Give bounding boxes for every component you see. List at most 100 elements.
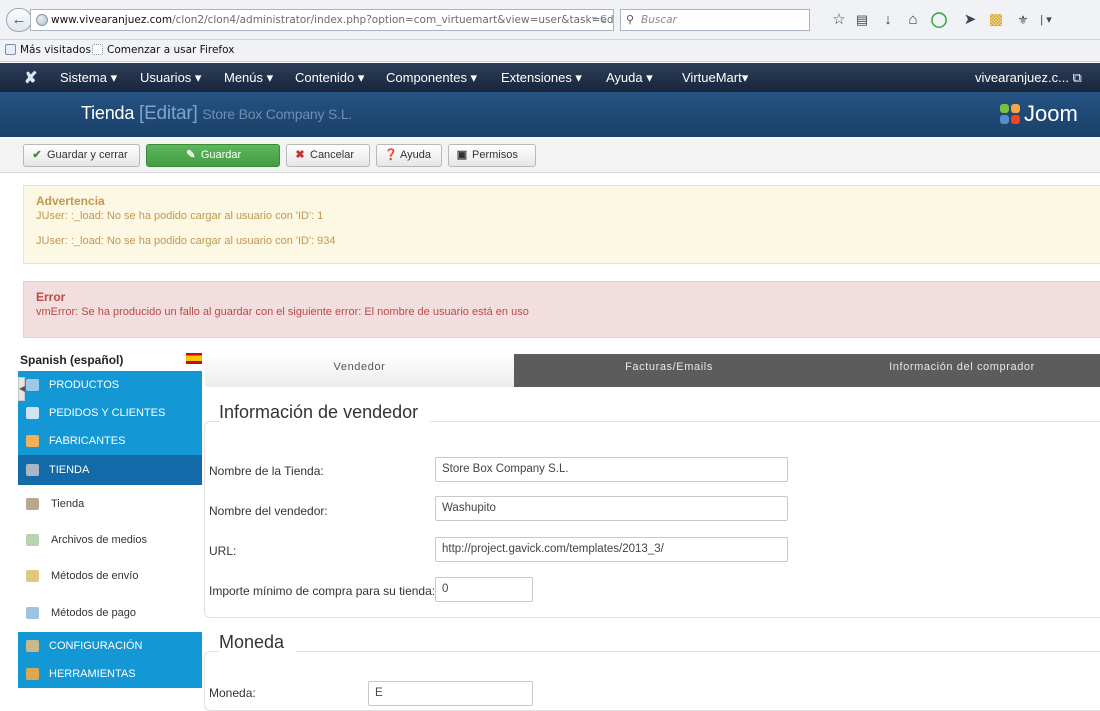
min-purchase-label: Importe mínimo de compra para su tienda: xyxy=(209,584,436,598)
send-icon[interactable]: ➤ xyxy=(960,11,980,29)
nav-user-menu[interactable]: vivearanjuez.c... ⧉ xyxy=(975,70,1082,86)
joomla-brand: Joom xyxy=(1000,101,1078,127)
bookmark-getting-started[interactable]: Comenzar a usar Firefox xyxy=(92,44,234,56)
tab-vendedor[interactable]: Vendedor xyxy=(205,354,514,387)
help-icon: ❓ xyxy=(384,149,398,161)
menu-dropdown-icon[interactable]: | ▾ xyxy=(1036,11,1056,29)
currency-legend: Moneda xyxy=(219,632,297,653)
tab-bar: Vendedor Facturas/Emails Información del… xyxy=(205,354,1100,387)
language-indicator: Spanish (español) xyxy=(20,353,202,369)
back-button[interactable]: ← xyxy=(6,8,32,32)
addon-yellow-icon[interactable]: ▩ xyxy=(986,11,1006,29)
sidebar-subitem-shipping[interactable]: Métodos de envío xyxy=(18,558,202,594)
language-label: Spanish (español) xyxy=(20,353,124,367)
search-placeholder: Buscar xyxy=(641,14,677,26)
permissions-button[interactable]: ▣ Permisos xyxy=(448,144,536,167)
addon-green-icon[interactable]: ◯ xyxy=(929,11,949,29)
search-icon: ⚲ xyxy=(626,13,635,26)
store-name-label: Nombre de la Tienda: xyxy=(209,464,324,478)
store-icon xyxy=(26,464,39,476)
tab-comprador[interactable]: Información del comprador xyxy=(824,354,1100,387)
nav-menus[interactable]: Menús ▾ xyxy=(224,70,273,86)
sidebar-item-herramientas[interactable]: HERRAMIENTAS xyxy=(18,660,202,688)
sidebar-item-pedidos[interactable]: PEDIDOS Y CLIENTES xyxy=(18,399,202,427)
page-icon xyxy=(92,44,103,55)
wrench-icon xyxy=(26,435,39,447)
page-title-store: Store Box Company S.L. xyxy=(202,106,353,122)
currency-fieldset xyxy=(204,651,1100,711)
error-line: vmError: Se ha producido un fallo al gua… xyxy=(36,306,529,318)
currency-select[interactable]: E xyxy=(368,681,533,706)
error-heading: Error xyxy=(36,290,66,304)
vendor-name-label: Nombre del vendedor: xyxy=(209,504,328,518)
page-header: Tienda [Editar] Store Box Company S.L. J… xyxy=(0,92,1100,137)
vendor-form: Información de vendedor Nombre de la Tie… xyxy=(204,387,1100,711)
browser-toolbar: ← www.vivearanjuez.com/clon2/clon4/admin… xyxy=(0,0,1100,40)
search-input[interactable]: ⚲ Buscar xyxy=(620,9,810,31)
vendor-name-field[interactable]: Washupito xyxy=(435,496,788,521)
store-name-field[interactable]: Store Box Company S.L. xyxy=(435,457,788,482)
cancel-button[interactable]: ✖ Cancelar xyxy=(286,144,370,167)
admin-nav: ✘ Sistema ▾ Usuarios ▾ Menús ▾ Contenido… xyxy=(0,63,1100,92)
addon-tag-icon[interactable]: ⚜ xyxy=(1013,11,1033,29)
media-icon xyxy=(26,534,39,546)
currency-label: Moneda: xyxy=(209,686,256,700)
nav-contenido[interactable]: Contenido ▾ xyxy=(295,70,364,86)
vendor-legend: Información de vendedor xyxy=(219,402,431,423)
config-icon xyxy=(26,640,39,652)
save-close-button[interactable]: ✔ Guardar y cerrar xyxy=(23,144,140,167)
help-button[interactable]: ❓ Ayuda xyxy=(376,144,442,167)
check-icon: ✔ xyxy=(32,149,42,161)
nav-sistema[interactable]: Sistema ▾ xyxy=(60,70,117,86)
sidebar-item-tienda[interactable]: TIENDA xyxy=(18,455,202,485)
brand-text: Joom xyxy=(1024,101,1078,126)
reading-list-icon[interactable]: ▤ xyxy=(852,11,872,29)
home-icon[interactable]: ⌂ xyxy=(903,11,923,29)
url-bar[interactable]: www.vivearanjuez.com/clon2/clon4/adminis… xyxy=(30,9,614,31)
joomla-brand-icon xyxy=(1000,104,1020,124)
nav-usuarios[interactable]: Usuarios ▾ xyxy=(140,70,201,86)
sidebar-collapse-handle[interactable]: ◀ xyxy=(18,377,25,401)
warning-message: Advertencia JUser: :_load: No se ha podi… xyxy=(23,185,1100,264)
sidebar-item-productos[interactable]: PRODUCTOS xyxy=(18,371,202,399)
page-title-action: Editar xyxy=(144,103,193,124)
cancel-icon: ✖ xyxy=(295,149,305,161)
bookmark-most-visited[interactable]: Más visitados xyxy=(5,44,91,56)
min-purchase-field[interactable]: 0 xyxy=(435,577,533,602)
nav-ayuda[interactable]: Ayuda ▾ xyxy=(606,70,653,86)
download-icon[interactable]: ↓ xyxy=(878,11,898,29)
globe-icon xyxy=(36,14,48,26)
url-path: /clon2/clon4/administrator/index.php?opt… xyxy=(172,14,614,26)
tab-facturas[interactable]: Facturas/Emails xyxy=(514,354,824,387)
orders-icon xyxy=(26,407,39,419)
lock-icon: ▣ xyxy=(456,149,468,161)
nav-virtuemart[interactable]: VirtueMart▾ xyxy=(682,70,748,86)
sidebar-subitem-tienda[interactable]: Tienda xyxy=(18,486,202,522)
sidebar-item-configuracion[interactable]: CONFIGURACIÓN xyxy=(18,632,202,660)
bookmark-star-icon[interactable]: ☆ xyxy=(829,11,849,29)
url-field[interactable]: http://project.gavick.com/templates/2013… xyxy=(435,537,788,562)
payment-icon xyxy=(26,607,39,619)
action-toolbar: ✔ Guardar y cerrar ✎ Guardar ✖ Cancelar ❓ Ay… xyxy=(0,137,1100,173)
url-label: URL: xyxy=(209,544,237,558)
url-dropdown-reload-icons[interactable]: ▿ C xyxy=(592,10,607,30)
nav-extensiones[interactable]: Extensiones ▾ xyxy=(501,70,582,86)
tools-icon xyxy=(26,668,39,680)
edit-icon: ✎ xyxy=(186,149,196,161)
page-title-bracket-close: ] xyxy=(192,103,198,124)
sidebar-subitem-payment[interactable]: Métodos de pago xyxy=(18,595,202,631)
page-title: Tienda [Editar] Store Box Company S.L. xyxy=(81,103,352,125)
nav-componentes[interactable]: Componentes ▾ xyxy=(386,70,477,86)
sidebar-subitem-media[interactable]: Archivos de medios xyxy=(18,522,202,558)
warning-line: JUser: :_load: No se ha podido cargar al… xyxy=(36,210,324,222)
warning-line: JUser: :_load: No se ha podido cargar al… xyxy=(36,235,336,247)
bookmarks-bar: Más visitados Comenzar a usar Firefox xyxy=(0,40,1100,62)
truck-icon xyxy=(26,570,39,582)
save-button[interactable]: ✎ Guardar xyxy=(146,144,280,167)
products-icon xyxy=(26,379,39,391)
joomla-logo-icon[interactable]: ✘ xyxy=(24,68,37,88)
error-message: Error vmError: Se ha producido un fallo … xyxy=(23,281,1100,338)
sidebar-item-fabricantes[interactable]: FABRICANTES xyxy=(18,427,202,455)
bookmark-folder-icon xyxy=(5,44,16,55)
page-title-main: Tienda xyxy=(81,103,135,123)
